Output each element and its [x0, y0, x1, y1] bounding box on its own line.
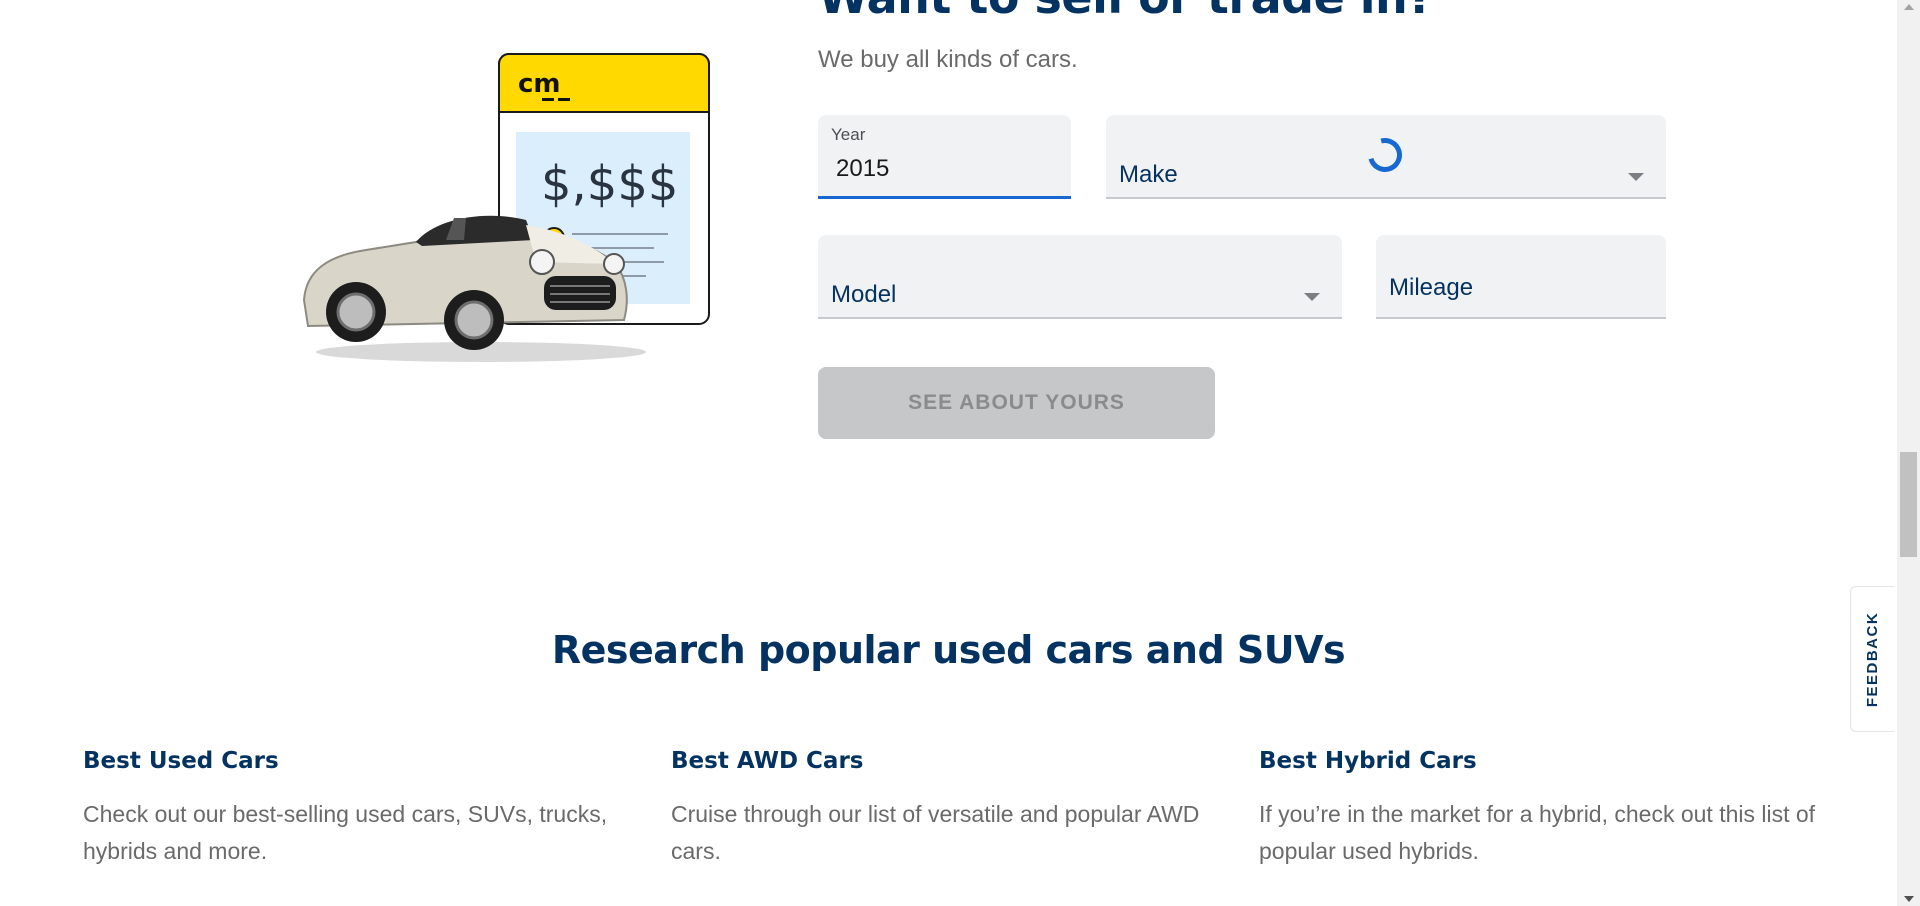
research-title: Research popular used cars and SUVs	[551, 628, 1346, 672]
loading-spinner-icon	[1361, 131, 1409, 179]
year-field-value: 2015	[836, 155, 890, 182]
make-select-label: Make	[1119, 161, 1178, 188]
card-text: Cruise through our list of versatile and…	[671, 801, 1200, 864]
trade-in-illustration: cm $,$$$	[302, 53, 710, 362]
feedback-tab[interactable]: FEEDBACK	[1850, 586, 1894, 732]
mileage-input[interactable]: Mileage	[1376, 235, 1666, 319]
make-select[interactable]: Make	[1106, 115, 1666, 199]
sell-subtitle: We buy all kinds of cars.	[818, 46, 1078, 73]
best-hybrid-cars-card[interactable]: Best Hybrid Cars If you’re in the market…	[1259, 748, 1819, 870]
cm-logo-text: cm	[518, 69, 561, 99]
best-used-cars-card[interactable]: Best Used Cars Check out our best-sellin…	[83, 748, 623, 870]
page: Want to sell or trade in? We buy all kin…	[0, 0, 1897, 906]
mileage-input-label: Mileage	[1389, 274, 1474, 301]
year-field-label: Year	[831, 125, 866, 144]
price-text: $,$$$	[541, 156, 678, 212]
scrollbar-thumb[interactable]	[1900, 452, 1917, 557]
see-about-yours-button[interactable]: SEE ABOUT YOURS	[818, 367, 1215, 439]
best-awd-cars-card[interactable]: Best AWD Cars Cruise through our list of…	[671, 748, 1211, 870]
page-scrollbar[interactable]	[1897, 0, 1920, 906]
scroll-up-arrow-icon[interactable]	[1904, 4, 1914, 10]
model-select[interactable]: Model	[818, 235, 1342, 319]
make-chevron-down-icon	[1628, 173, 1644, 181]
year-field[interactable]: Year 2015	[818, 115, 1071, 199]
model-select-label: Model	[831, 281, 897, 308]
model-chevron-down-icon	[1304, 293, 1320, 301]
card-text: Check out our best-selling used cars, SU…	[83, 801, 608, 864]
scroll-down-arrow-icon[interactable]	[1904, 896, 1914, 902]
card-title[interactable]: Best AWD Cars	[671, 748, 1211, 774]
card-title[interactable]: Best Hybrid Cars	[1259, 748, 1819, 774]
feedback-label: FEEDBACK	[1864, 611, 1881, 707]
card-text: If you’re in the market for a hybrid, ch…	[1259, 801, 1816, 864]
sell-title: Want to sell or trade in?	[818, 0, 1434, 24]
card-title[interactable]: Best Used Cars	[83, 748, 623, 774]
